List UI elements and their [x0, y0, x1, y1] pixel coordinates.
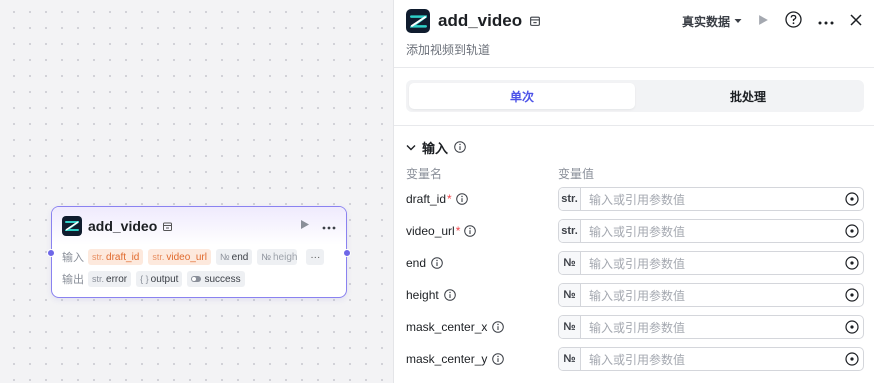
- node-header: add_video: [52, 207, 346, 245]
- help-icon[interactable]: [785, 11, 802, 31]
- panel-header: add_video 真实数据 添加视频到轨道: [394, 0, 874, 68]
- tab-single[interactable]: 单次: [409, 83, 635, 109]
- input-tag-video-url: str. video_url: [148, 249, 211, 265]
- node-config-panel: add_video 真实数据 添加视频到轨道 单次 批处理 输入 变量名 变量值…: [393, 0, 874, 383]
- input-port[interactable]: [47, 249, 55, 257]
- info-icon: [492, 353, 505, 365]
- chevron-down-icon: [406, 144, 416, 150]
- reference-variable-icon[interactable]: [845, 288, 859, 302]
- param-value-input[interactable]: str. 输入或引用参数值: [558, 187, 864, 211]
- plugin-node-add-video[interactable]: add_video 输入 str. draft_id str. video_url …: [47, 206, 351, 298]
- output-tag-success: success: [187, 271, 245, 287]
- info-icon: [455, 193, 468, 205]
- divider: [394, 125, 874, 126]
- required-mark: *: [447, 192, 452, 206]
- type-chip: №: [559, 284, 581, 306]
- output-port[interactable]: [343, 249, 351, 257]
- data-mode-label: 真实数据: [681, 14, 730, 29]
- param-name: end: [406, 256, 558, 270]
- param-row: end № 输入或引用参数值: [394, 247, 874, 279]
- run-icon[interactable]: [758, 14, 769, 29]
- more-icon[interactable]: [818, 14, 834, 28]
- input-placeholder: 输入或引用参数值: [589, 352, 686, 367]
- param-value-input[interactable]: № 输入或引用参数值: [558, 315, 864, 339]
- store-icon: [162, 221, 173, 232]
- param-value-input[interactable]: № 输入或引用参数值: [558, 347, 864, 371]
- info-icon: [443, 289, 456, 301]
- input-placeholder: 输入或引用参数值: [589, 288, 686, 303]
- info-icon: [431, 257, 443, 269]
- param-name: mask_center_y: [406, 352, 558, 366]
- reference-variable-icon[interactable]: [845, 256, 859, 270]
- run-mode-tabs: 单次 批处理: [406, 80, 864, 112]
- type-chip: №: [559, 316, 581, 338]
- capcut-logo-icon: [62, 216, 82, 236]
- caret-down-icon: [734, 19, 742, 23]
- node-output-row: 输出 str. error { } output success: [52, 269, 346, 289]
- param-value-input[interactable]: № 输入或引用参数值: [558, 283, 864, 307]
- tab-batch[interactable]: 批处理: [635, 83, 861, 109]
- param-list: draft_id * str. 输入或引用参数值 video_url * str. 输入或引用…: [394, 183, 874, 375]
- close-icon[interactable]: [850, 13, 862, 29]
- type-chip: №: [559, 252, 581, 274]
- input-tag-end: № end: [215, 249, 253, 265]
- info-icon: [454, 141, 466, 153]
- output-tag-output: { } output: [136, 271, 183, 287]
- input-placeholder: 输入或引用参数值: [589, 192, 686, 207]
- reference-variable-icon[interactable]: [845, 352, 859, 366]
- param-value-input[interactable]: № 输入或引用参数值: [558, 251, 864, 275]
- type-chip: str.: [559, 188, 581, 210]
- param-value-input[interactable]: str. 输入或引用参数值: [558, 219, 864, 243]
- param-row: draft_id * str. 输入或引用参数值: [394, 183, 874, 215]
- section-title: 输入: [422, 140, 449, 156]
- workflow-canvas[interactable]: add_video 输入 str. draft_id str. video_url …: [0, 0, 393, 383]
- more-inputs-button[interactable]: ···: [306, 249, 325, 265]
- param-name: draft_id *: [406, 192, 558, 206]
- param-row: mask_center_x № 输入或引用参数值: [394, 311, 874, 343]
- type-chip: №: [559, 348, 581, 370]
- panel-title: add_video: [438, 11, 523, 30]
- input-placeholder: 输入或引用参数值: [589, 224, 686, 239]
- input-placeholder: 输入或引用参数值: [589, 320, 686, 335]
- param-name: video_url *: [406, 224, 558, 238]
- data-mode-dropdown[interactable]: 真实数据: [682, 13, 742, 30]
- param-row: mask_center_y № 输入或引用参数值: [394, 343, 874, 375]
- param-name: mask_center_x: [406, 320, 558, 334]
- more-icon[interactable]: [322, 219, 336, 233]
- boolean-toggle-icon: [191, 276, 202, 282]
- col-name-header: 变量名: [406, 167, 443, 181]
- param-name: height: [406, 288, 558, 302]
- info-icon: [464, 225, 477, 237]
- reference-variable-icon[interactable]: [845, 320, 859, 334]
- reference-variable-icon[interactable]: [845, 224, 859, 238]
- input-row-label: 输入: [62, 252, 84, 264]
- output-tag-error: str. error: [88, 271, 132, 287]
- store-icon: [529, 15, 541, 27]
- param-row: height № 输入或引用参数值: [394, 279, 874, 311]
- input-tag-height: № heigh: [257, 249, 298, 265]
- capcut-logo-icon: [406, 9, 430, 33]
- input-placeholder: 输入或引用参数值: [589, 256, 686, 271]
- reference-variable-icon[interactable]: [845, 192, 859, 206]
- run-icon[interactable]: [300, 219, 310, 233]
- required-mark: *: [455, 224, 461, 238]
- info-icon: [492, 321, 505, 333]
- node-input-row: 输入 str. draft_id str. video_url № end № heig…: [52, 247, 346, 267]
- type-chip: str.: [559, 220, 581, 242]
- panel-subtitle: 添加视频到轨道: [406, 43, 491, 57]
- param-row: video_url * str. 输入或引用参数值: [394, 215, 874, 247]
- node-title: add_video: [88, 218, 158, 234]
- input-tag-draft-id: str. draft_id: [88, 249, 144, 265]
- output-row-label: 输出: [62, 274, 84, 286]
- column-headers: 变量名 变量值: [394, 165, 874, 183]
- col-value-header: 变量值: [558, 167, 595, 181]
- input-section-header[interactable]: 输入: [394, 129, 874, 165]
